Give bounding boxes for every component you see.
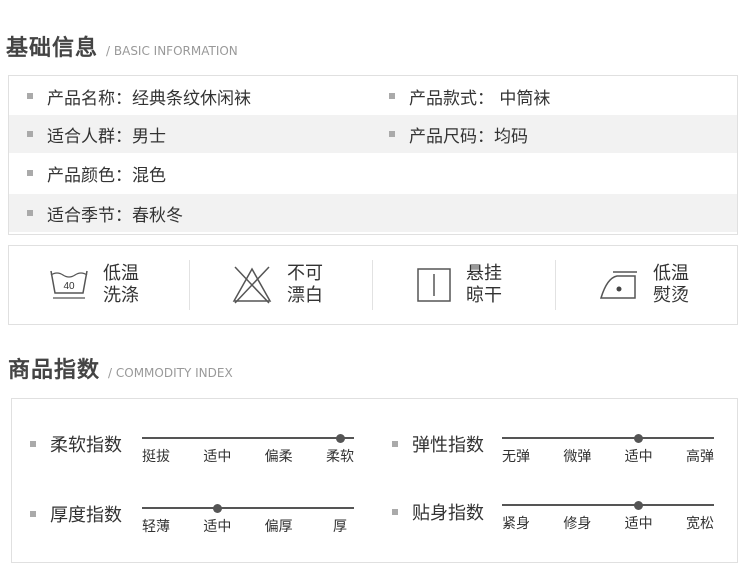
care-text: 低温 洗涤 <box>103 263 139 307</box>
index-tick-label: 厚 <box>333 519 347 535</box>
care-item-iron: 低温 熨烫 <box>599 246 689 324</box>
index-level-marker <box>335 433 345 443</box>
info-cell: 产品颜色：混色 <box>27 161 166 186</box>
index-level-marker <box>212 503 222 513</box>
no-bleach-icon <box>232 266 272 304</box>
basic-info-subtitle: / BASIC INFORMATION <box>106 44 238 58</box>
iron-low-temp-icon <box>599 271 637 299</box>
care-line: 洗涤 <box>103 285 139 306</box>
index-label-text: 厚度指数 <box>50 505 122 526</box>
info-text: 适合季节：春秋冬 <box>47 205 183 226</box>
index-tick-label: 柔软 <box>326 449 354 465</box>
index-level-marker <box>634 500 644 510</box>
care-text: 不可 漂白 <box>287 263 323 307</box>
index-tick-label: 宽松 <box>686 516 714 532</box>
index-label-text: 弹性指数 <box>412 435 484 456</box>
commodity-index-heading: 商品指数 / COMMODITY INDEX <box>8 352 233 384</box>
divider <box>555 260 556 310</box>
index-label-text: 贴身指数 <box>412 503 484 524</box>
index-label: 弹性指数 <box>392 431 484 457</box>
index-level-marker <box>634 433 644 443</box>
index-tick-label: 适中 <box>203 449 232 465</box>
info-text: 产品名称：经典条纹休闲袜 <box>47 88 251 109</box>
divider <box>189 260 190 310</box>
index-tick-label: 挺拔 <box>142 449 170 465</box>
bullet-icon <box>30 511 36 517</box>
info-text: 产品款式： 中筒袜 <box>409 88 551 109</box>
care-line: 低温 <box>103 263 139 284</box>
commodity-index-subtitle: / COMMODITY INDEX <box>108 366 233 380</box>
commodity-index-title: 商品指数 <box>8 358 101 383</box>
bullet-icon <box>389 131 395 137</box>
index-label: 贴身指数 <box>392 499 484 525</box>
care-instructions: 40 低温 洗涤 不可 漂白 悬挂 晾干 低温 熨烫 <box>8 245 738 325</box>
care-line: 低温 <box>653 263 689 284</box>
care-text: 低温 熨烫 <box>653 263 689 307</box>
care-line: 悬挂 <box>466 263 502 284</box>
basic-info-table: 产品名称：经典条纹休闲袜 产品款式： 中筒袜 适合人群：男士 产品尺码：均码 产… <box>8 75 738 235</box>
bullet-icon <box>389 93 395 99</box>
index-scale-line <box>502 437 714 439</box>
info-text: 适合人群：男士 <box>47 126 166 147</box>
care-item-hang: 悬挂 晾干 <box>416 246 502 324</box>
info-row: 适合人群：男士 产品尺码：均码 <box>9 115 737 153</box>
info-cell: 产品款式： 中筒袜 <box>389 84 550 109</box>
bullet-icon <box>27 170 33 176</box>
wash-temp-badge: 40 <box>63 281 75 292</box>
hang-dry-icon <box>417 268 451 302</box>
care-line: 不可 <box>287 263 323 284</box>
commodity-index-box: 柔软指数 弹性指数 厚度指数 贴身指数 挺拔 适中 偏柔 柔软 无弹 微弹 适中 高弹 轻薄 适中… <box>11 398 738 563</box>
index-tick-label: 轻薄 <box>142 519 170 535</box>
care-line: 晾干 <box>466 285 502 306</box>
index-tick-label: 适中 <box>624 516 653 532</box>
basic-info-title: 基础信息 <box>6 36 99 61</box>
care-line: 熨烫 <box>653 285 689 306</box>
divider <box>372 260 373 310</box>
care-item-wash: 40 低温 洗涤 <box>49 246 139 324</box>
care-text: 悬挂 晾干 <box>466 263 502 307</box>
bullet-icon <box>392 509 398 515</box>
index-scale-line <box>142 437 354 439</box>
wash-low-temp-icon: 40 <box>50 270 88 299</box>
bullet-icon <box>30 441 36 447</box>
index-label: 厚度指数 <box>30 501 122 527</box>
care-item-bleach: 不可 漂白 <box>231 246 323 324</box>
index-scale-line <box>502 504 714 506</box>
info-cell: 适合人群：男士 <box>27 122 166 147</box>
info-text: 产品颜色：混色 <box>47 165 166 186</box>
info-cell: 产品名称：经典条纹休闲袜 <box>27 84 251 109</box>
index-label-text: 柔软指数 <box>50 435 122 456</box>
index-tick-label: 无弹 <box>502 449 530 465</box>
info-row: 适合季节：春秋冬 <box>9 194 737 232</box>
index-tick-label: 高弹 <box>686 449 714 465</box>
info-cell: 适合季节：春秋冬 <box>27 201 183 226</box>
info-row: 产品颜色：混色 <box>9 154 737 192</box>
bullet-icon <box>27 93 33 99</box>
basic-info-heading: 基础信息 / BASIC INFORMATION <box>6 30 238 62</box>
index-tick-label: 适中 <box>203 519 232 535</box>
index-label: 柔软指数 <box>30 431 122 457</box>
info-text: 产品尺码：均码 <box>409 126 528 147</box>
index-tick-label: 修身 <box>563 516 592 532</box>
index-tick-label: 适中 <box>624 449 653 465</box>
info-row: 产品名称：经典条纹休闲袜 产品款式： 中筒袜 <box>9 77 737 115</box>
index-tick-label: 偏柔 <box>264 449 293 465</box>
bullet-icon <box>392 441 398 447</box>
index-tick-label: 偏厚 <box>264 519 293 535</box>
bullet-icon <box>27 210 33 216</box>
care-line: 漂白 <box>287 285 323 306</box>
index-scale-line <box>142 507 354 509</box>
index-tick-label: 微弹 <box>563 449 592 465</box>
bullet-icon <box>27 131 33 137</box>
info-cell: 产品尺码：均码 <box>389 122 528 147</box>
index-tick-label: 紧身 <box>502 516 530 532</box>
